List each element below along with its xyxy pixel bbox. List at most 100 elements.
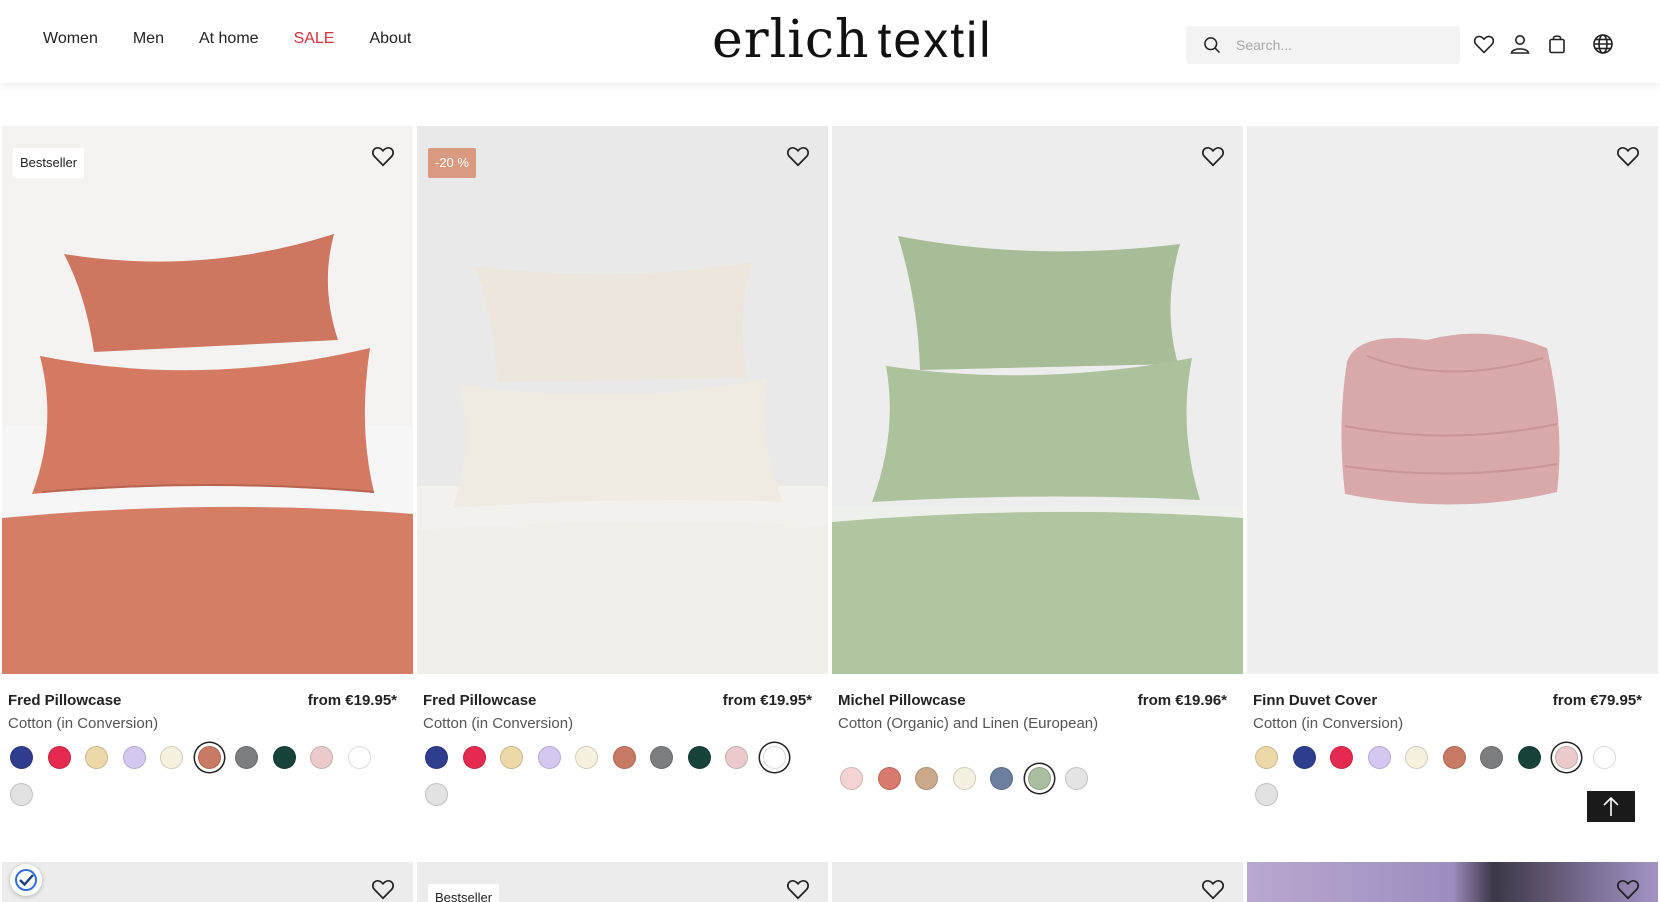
back-to-top-button[interactable] [1587, 791, 1635, 822]
color-swatch[interactable] [725, 746, 748, 769]
product-material: Cotton (Organic) and Linen (European) [838, 715, 1099, 732]
wishlist-heart-icon[interactable] [370, 143, 396, 169]
product-price: from €19.95* [307, 692, 397, 709]
product-photo[interactable]: -20 % [417, 126, 828, 674]
product-material: Cotton (in Conversion) [423, 715, 574, 732]
color-swatch[interactable] [1255, 783, 1278, 806]
product-card[interactable]: Bestseller [417, 862, 828, 902]
color-swatch[interactable] [915, 767, 938, 790]
color-swatch[interactable] [575, 746, 598, 769]
discount-badge: -20 % [428, 148, 476, 178]
color-swatch[interactable] [10, 783, 33, 806]
color-swatch[interactable] [1592, 746, 1616, 769]
color-swatch[interactable] [1065, 767, 1088, 790]
product-image [832, 126, 1243, 674]
color-swatch[interactable] [1330, 746, 1353, 769]
wishlist-icon[interactable] [1472, 32, 1496, 56]
color-swatch[interactable] [347, 746, 371, 769]
bestseller-badge: Bestseller [428, 884, 500, 902]
search-box[interactable] [1186, 26, 1460, 64]
search-icon[interactable] [1202, 35, 1222, 55]
product-card[interactable] [832, 862, 1243, 902]
site-logo[interactable]: erlich textil [712, 8, 992, 72]
nav-about[interactable]: About [369, 27, 411, 51]
color-swatch[interactable] [425, 746, 448, 769]
globe-icon[interactable] [1591, 32, 1615, 56]
product-name[interactable]: Michel Pillowcase [838, 692, 966, 709]
wishlist-heart-icon[interactable] [1615, 143, 1641, 169]
color-swatch[interactable] [500, 746, 523, 769]
color-swatch[interactable] [687, 746, 711, 769]
color-swatch[interactable] [1367, 746, 1391, 769]
color-swatch[interactable] [1027, 767, 1051, 790]
color-swatch[interactable] [840, 767, 863, 790]
color-swatch[interactable] [425, 783, 448, 806]
color-swatch[interactable] [1292, 746, 1316, 769]
color-swatch[interactable] [1255, 746, 1278, 769]
color-swatch[interactable] [85, 746, 108, 769]
color-swatch[interactable] [310, 746, 333, 769]
wishlist-heart-icon[interactable] [370, 876, 396, 902]
color-swatch[interactable] [650, 746, 673, 769]
site-header: Women Men At home SALE About erlich texti… [0, 0, 1660, 83]
account-icon[interactable] [1508, 32, 1532, 56]
color-swatch[interactable] [47, 746, 71, 769]
product-card[interactable]: Michel Pillowcase from €19.96* Cotton (O… [832, 126, 1243, 790]
product-card[interactable]: Bestseller Fred Pillowcase from €19.95* … [2, 126, 413, 806]
color-swatch[interactable] [877, 767, 901, 790]
product-material: Cotton (in Conversion) [8, 715, 159, 732]
nav-sale[interactable]: SALE [294, 27, 335, 51]
color-swatches [840, 767, 1240, 804]
product-photo[interactable] [832, 126, 1243, 674]
product-photo[interactable] [1247, 126, 1658, 674]
product-name[interactable]: Finn Duvet Cover [1253, 692, 1377, 709]
product-image [2, 126, 413, 674]
color-swatch[interactable] [612, 746, 636, 769]
color-swatch[interactable] [537, 746, 561, 769]
trust-seal-button[interactable] [10, 864, 42, 896]
color-swatches [425, 746, 825, 820]
product-card[interactable] [2, 862, 413, 902]
color-swatch[interactable] [197, 746, 221, 769]
color-swatch[interactable] [122, 746, 146, 769]
color-swatch[interactable] [952, 767, 976, 790]
color-swatch[interactable] [1405, 746, 1428, 769]
wishlist-heart-icon[interactable] [1200, 876, 1226, 902]
product-image [1247, 126, 1658, 674]
logo-light: textil [877, 12, 993, 68]
color-swatches [10, 746, 410, 820]
product-card[interactable]: -20 % Fred Pillowcase from €19.95* Cotto… [417, 126, 828, 806]
product-price: from €19.95* [722, 692, 812, 709]
product-image [417, 126, 828, 674]
wishlist-heart-icon[interactable] [785, 143, 811, 169]
product-material: Cotton (in Conversion) [1253, 715, 1404, 732]
color-swatch[interactable] [462, 746, 486, 769]
color-swatch[interactable] [990, 767, 1013, 790]
color-swatch[interactable] [160, 746, 183, 769]
color-swatch[interactable] [10, 746, 33, 769]
color-swatch[interactable] [1480, 746, 1503, 769]
color-swatch[interactable] [1517, 746, 1541, 769]
color-swatch[interactable] [1555, 746, 1578, 769]
product-name[interactable]: Fred Pillowcase [423, 692, 536, 709]
color-swatch[interactable] [272, 746, 296, 769]
bestseller-badge: Bestseller [13, 148, 85, 178]
product-name[interactable]: Fred Pillowcase [8, 692, 121, 709]
color-swatch[interactable] [762, 746, 786, 769]
checkmark-badge-icon [15, 869, 37, 891]
nav-men[interactable]: Men [133, 27, 164, 51]
product-card[interactable] [1247, 862, 1658, 902]
color-swatch[interactable] [235, 746, 258, 769]
nav-women[interactable]: Women [43, 27, 98, 51]
product-price: from €19.96* [1137, 692, 1227, 709]
product-photo[interactable]: Bestseller [2, 126, 413, 674]
wishlist-heart-icon[interactable] [785, 876, 811, 902]
wishlist-heart-icon[interactable] [1200, 143, 1226, 169]
product-card[interactable]: Finn Duvet Cover from €79.95* Cotton (in… [1247, 126, 1658, 806]
arrow-up-icon [1603, 796, 1619, 816]
search-input[interactable] [1236, 33, 1446, 57]
color-swatch[interactable] [1442, 746, 1466, 769]
wishlist-heart-icon[interactable] [1615, 876, 1641, 902]
nav-at-home[interactable]: At home [199, 27, 259, 51]
cart-icon[interactable] [1545, 32, 1569, 56]
